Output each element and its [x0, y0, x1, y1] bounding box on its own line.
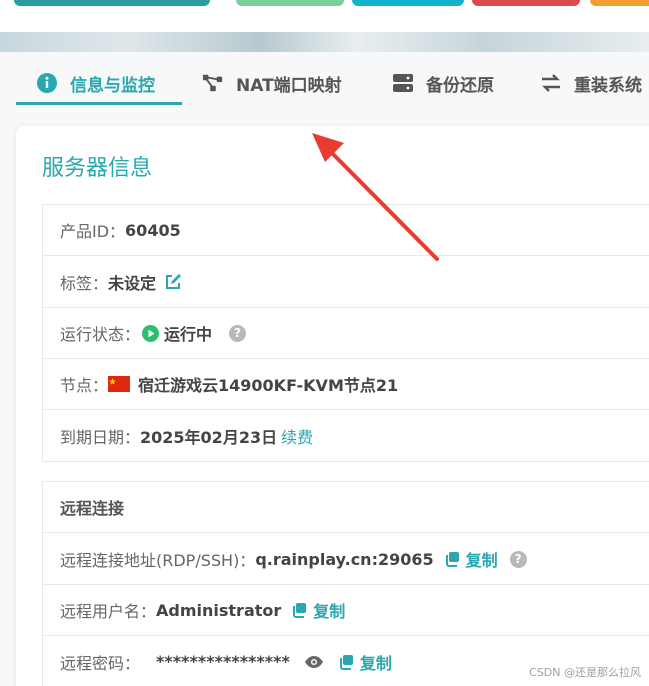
password-label: 远程密码：	[60, 653, 141, 673]
top-button-strip	[0, 0, 649, 36]
top-button-4[interactable]	[472, 0, 580, 6]
active-tab-indicator	[16, 102, 182, 105]
help-icon[interactable]: ?	[509, 550, 527, 568]
expiry-label: 到期日期：	[60, 427, 141, 447]
product-id-label: 产品ID：	[60, 222, 126, 241]
copy-label: 复制	[313, 602, 346, 621]
tab-info-monitor[interactable]: 信息与监控	[36, 60, 155, 106]
expiry-value: 2025年02月23日	[140, 427, 278, 447]
row-product-id: 产品ID： 60405	[43, 205, 649, 256]
eye-icon[interactable]	[304, 655, 324, 669]
row-remote-title: 远程连接	[43, 482, 649, 533]
tab-reinstall-system[interactable]: 重装系统	[540, 60, 642, 106]
china-flag-icon	[108, 376, 131, 392]
remote-address-label: 远程连接地址(RDP/SSH)：	[60, 551, 256, 570]
card-title: 服务器信息	[42, 156, 153, 181]
copy-icon	[339, 654, 353, 670]
help-icon[interactable]: ?	[229, 324, 247, 342]
tab-nat-port-mapping[interactable]: NAT端口映射	[202, 60, 342, 106]
watermark: CSDN @还是那么拉风	[529, 666, 641, 679]
swap-arrows-icon	[540, 72, 562, 94]
tag-label: 标签：	[60, 274, 109, 293]
tab-bar: 信息与监控 NAT端口映射 备份还原 重装系统	[0, 60, 649, 108]
product-id-value: 60405	[125, 220, 181, 240]
tab-label: 备份还原	[426, 75, 494, 96]
node-label: 节点：	[60, 376, 109, 395]
tab-label: NAT端口映射	[236, 75, 342, 96]
row-remote-username: 远程用户名： Administrator 复制	[43, 585, 649, 636]
info-icon	[36, 72, 58, 94]
server-info-list: 产品ID： 60405 标签： 未设定 运行状态： 运行中 ? 节点： 宿迁游戏…	[42, 204, 649, 462]
status-value: 运行中	[164, 325, 213, 344]
tab-backup-restore[interactable]: 备份还原	[392, 60, 494, 106]
tab-label: 信息与监控	[70, 75, 155, 96]
row-node: 节点： 宿迁游戏云14900KF-KVM节点21	[43, 359, 649, 410]
copy-password-button[interactable]: 复制	[338, 650, 392, 674]
edit-icon[interactable]	[164, 273, 182, 291]
tab-label: 重装系统	[574, 75, 642, 96]
copy-label: 复制	[359, 653, 392, 673]
username-label: 远程用户名：	[60, 602, 157, 621]
nodes-icon	[202, 72, 224, 94]
copy-icon	[445, 552, 459, 567]
remote-section-title: 远程连接	[60, 499, 125, 518]
tag-value: 未设定	[108, 274, 157, 293]
remote-connection-list: 远程连接 远程连接地址(RDP/SSH)： q.rainplay.cn:2906…	[42, 481, 649, 686]
row-status: 运行状态： 运行中 ?	[43, 308, 649, 359]
status-label: 运行状态：	[60, 325, 141, 344]
top-button-3[interactable]	[352, 0, 464, 6]
row-remote-address: 远程连接地址(RDP/SSH)： q.rainplay.cn:29065 复制 …	[43, 534, 649, 585]
copy-address-button[interactable]: 复制	[444, 547, 498, 571]
username-value: Administrator	[156, 600, 282, 620]
top-button-5[interactable]	[590, 0, 649, 6]
copy-username-button[interactable]: 复制	[291, 598, 345, 622]
password-value: ****************	[156, 652, 290, 671]
remote-address-value: q.rainplay.cn:29065	[255, 549, 434, 569]
node-value: 宿迁游戏云14900KF-KVM节点21	[138, 376, 399, 395]
top-button-1[interactable]	[14, 0, 210, 6]
row-expiry: 到期日期： 2025年02月23日 续费	[43, 410, 649, 461]
top-button-2[interactable]	[236, 0, 344, 6]
decorative-banner	[0, 32, 649, 52]
copy-label: 复制	[465, 551, 498, 570]
row-tag: 标签： 未设定	[43, 257, 649, 308]
copy-icon	[293, 603, 307, 618]
play-icon	[142, 324, 160, 342]
renew-link[interactable]: 续费	[281, 424, 313, 448]
server-icon	[392, 72, 414, 94]
